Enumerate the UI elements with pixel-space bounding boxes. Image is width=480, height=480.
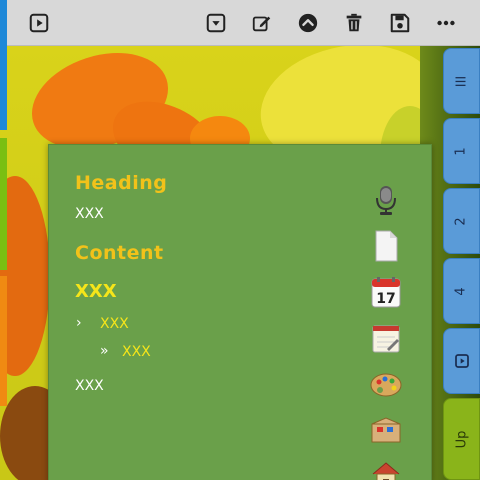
panel-line: XXX bbox=[75, 206, 104, 222]
right-tab-label: 2 bbox=[454, 216, 469, 226]
content-panel: Heading XXX Content XXX › XXX » XXX XXX … bbox=[48, 144, 432, 480]
content-heading: Content bbox=[75, 242, 164, 264]
more-button[interactable] bbox=[434, 11, 458, 35]
right-tab-label: Up bbox=[454, 430, 469, 448]
edit-icon bbox=[252, 16, 271, 32]
right-tab-label: III bbox=[453, 75, 469, 87]
play-box-icon bbox=[29, 13, 49, 33]
double-chevron-right-icon: » bbox=[100, 343, 109, 359]
right-tab-1[interactable]: III bbox=[443, 48, 480, 114]
play-box-icon bbox=[454, 354, 469, 368]
microphone-icon[interactable] bbox=[369, 183, 403, 217]
list-item-level2[interactable]: XXX bbox=[122, 344, 151, 360]
calendar-day: 17 bbox=[376, 291, 395, 307]
document-icon[interactable] bbox=[369, 229, 403, 263]
right-tab-4[interactable]: 4 bbox=[443, 258, 480, 324]
chevron-up-circle-icon bbox=[298, 13, 318, 33]
palette-icon[interactable] bbox=[369, 367, 403, 401]
right-tab-3[interactable]: 2 bbox=[443, 188, 480, 254]
left-edge-tab-orange[interactable] bbox=[0, 276, 7, 406]
save-button[interactable] bbox=[388, 11, 412, 35]
right-tab-5[interactable] bbox=[443, 328, 480, 394]
right-tab-2[interactable]: 1 bbox=[443, 118, 480, 184]
right-tab-up[interactable]: Up bbox=[443, 398, 480, 480]
box-icon[interactable] bbox=[369, 413, 403, 447]
play-box-button[interactable] bbox=[27, 11, 51, 35]
chevron-right-icon: › bbox=[76, 315, 82, 331]
floppy-disk-icon bbox=[390, 13, 410, 33]
calendar-icon[interactable]: 17 bbox=[369, 275, 403, 309]
top-toolbar bbox=[7, 0, 480, 46]
home-icon[interactable] bbox=[369, 458, 403, 480]
right-tab-label: 1 bbox=[454, 146, 469, 156]
list-item-level1[interactable]: XXX bbox=[100, 316, 129, 332]
right-tab-label: 4 bbox=[454, 286, 469, 296]
left-edge-tab-blue[interactable] bbox=[0, 0, 7, 130]
edit-button[interactable] bbox=[250, 11, 274, 35]
notepad-icon[interactable] bbox=[369, 321, 403, 355]
dropdown-box-icon bbox=[206, 13, 226, 33]
trash-icon bbox=[346, 13, 362, 32]
collapse-up-button[interactable] bbox=[296, 11, 320, 35]
content-title: XXX bbox=[75, 281, 117, 302]
panel-heading: Heading bbox=[75, 172, 168, 194]
delete-button[interactable] bbox=[342, 11, 366, 35]
dropdown-box-button[interactable] bbox=[204, 11, 228, 35]
panel-footer-line: XXX bbox=[75, 378, 104, 394]
more-horizontal-icon bbox=[437, 20, 455, 26]
left-edge-tab-green[interactable] bbox=[0, 138, 7, 270]
